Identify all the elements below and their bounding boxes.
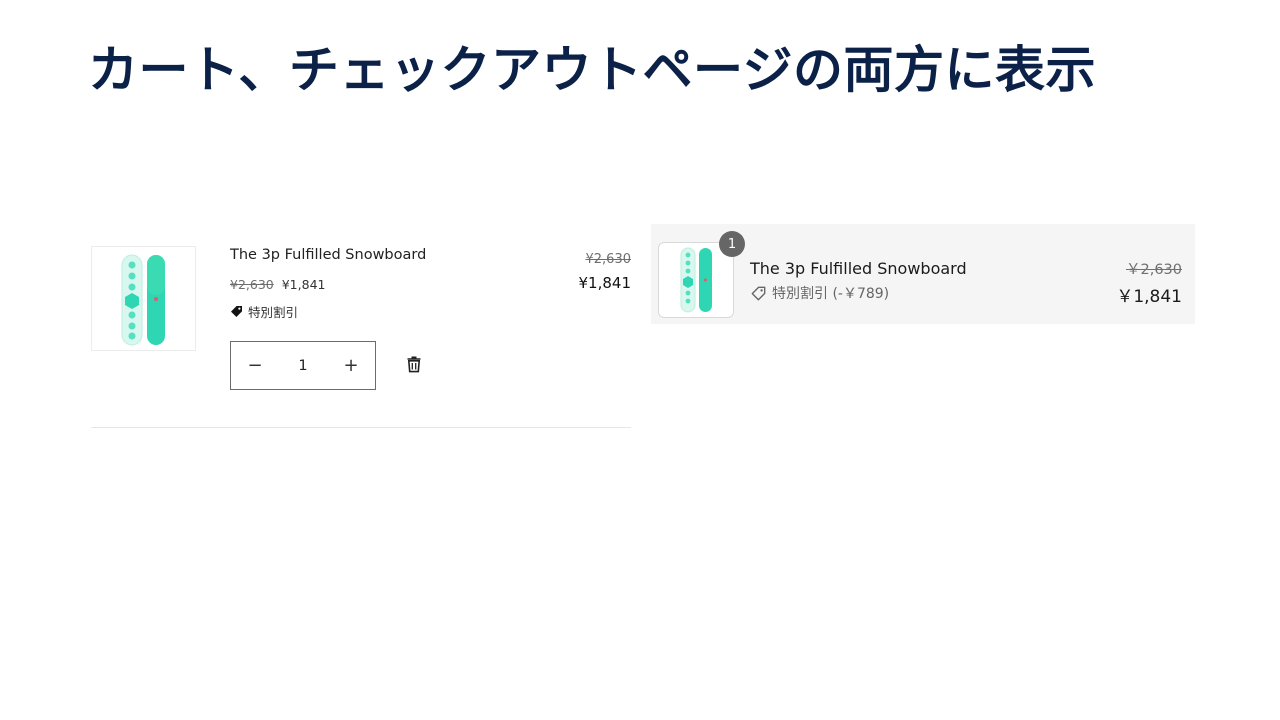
original-price: ¥2,630 (230, 277, 274, 292)
discount-text: 特別割引 (-￥789) (772, 286, 890, 302)
checkout-line-item: 1 The 3p Fulfilled Snowboard 特別割引 (-￥789… (651, 224, 1195, 324)
line-price: ￥2,630 ￥1,841 (1116, 258, 1182, 307)
product-image[interactable] (91, 246, 196, 351)
line-total: ¥2,630 ¥1,841 (579, 252, 632, 292)
slide-title: カート、チェックアウトページの両方に表示 (88, 41, 1096, 99)
trash-icon[interactable] (406, 355, 422, 373)
quantity-badge: 1 (719, 231, 745, 257)
increase-quantity-button[interactable]: + (327, 342, 375, 389)
tag-icon (231, 306, 242, 317)
total-price: ￥1,841 (1116, 287, 1182, 307)
snowboard-image (659, 243, 733, 317)
product-image: 1 (658, 231, 745, 318)
quantity-stepper: − 1 + (230, 341, 376, 390)
product-title[interactable]: The 3p Fulfilled Snowboard (230, 247, 426, 263)
discount-label: 特別割引 (-￥789) (751, 283, 889, 303)
cart-line-item: The 3p Fulfilled Snowboard ¥2,630 ¥1,841… (91, 246, 631, 428)
product-title: The 3p Fulfilled Snowboard (750, 259, 967, 278)
decrease-quantity-button[interactable]: − (231, 342, 279, 389)
unit-price: ¥2,630 ¥1,841 (230, 277, 325, 292)
snowboard-image (121, 254, 165, 346)
discount-text: 特別割引 (248, 305, 299, 320)
sale-price: ¥1,841 (281, 277, 326, 292)
original-price: ￥2,630 (1125, 262, 1182, 278)
tag-icon (751, 286, 766, 300)
total-original-price: ¥2,630 (585, 252, 632, 267)
discount-label: 特別割引 (230, 302, 298, 321)
quantity-input[interactable]: 1 (283, 358, 323, 374)
total-price: ¥1,841 (578, 274, 632, 292)
